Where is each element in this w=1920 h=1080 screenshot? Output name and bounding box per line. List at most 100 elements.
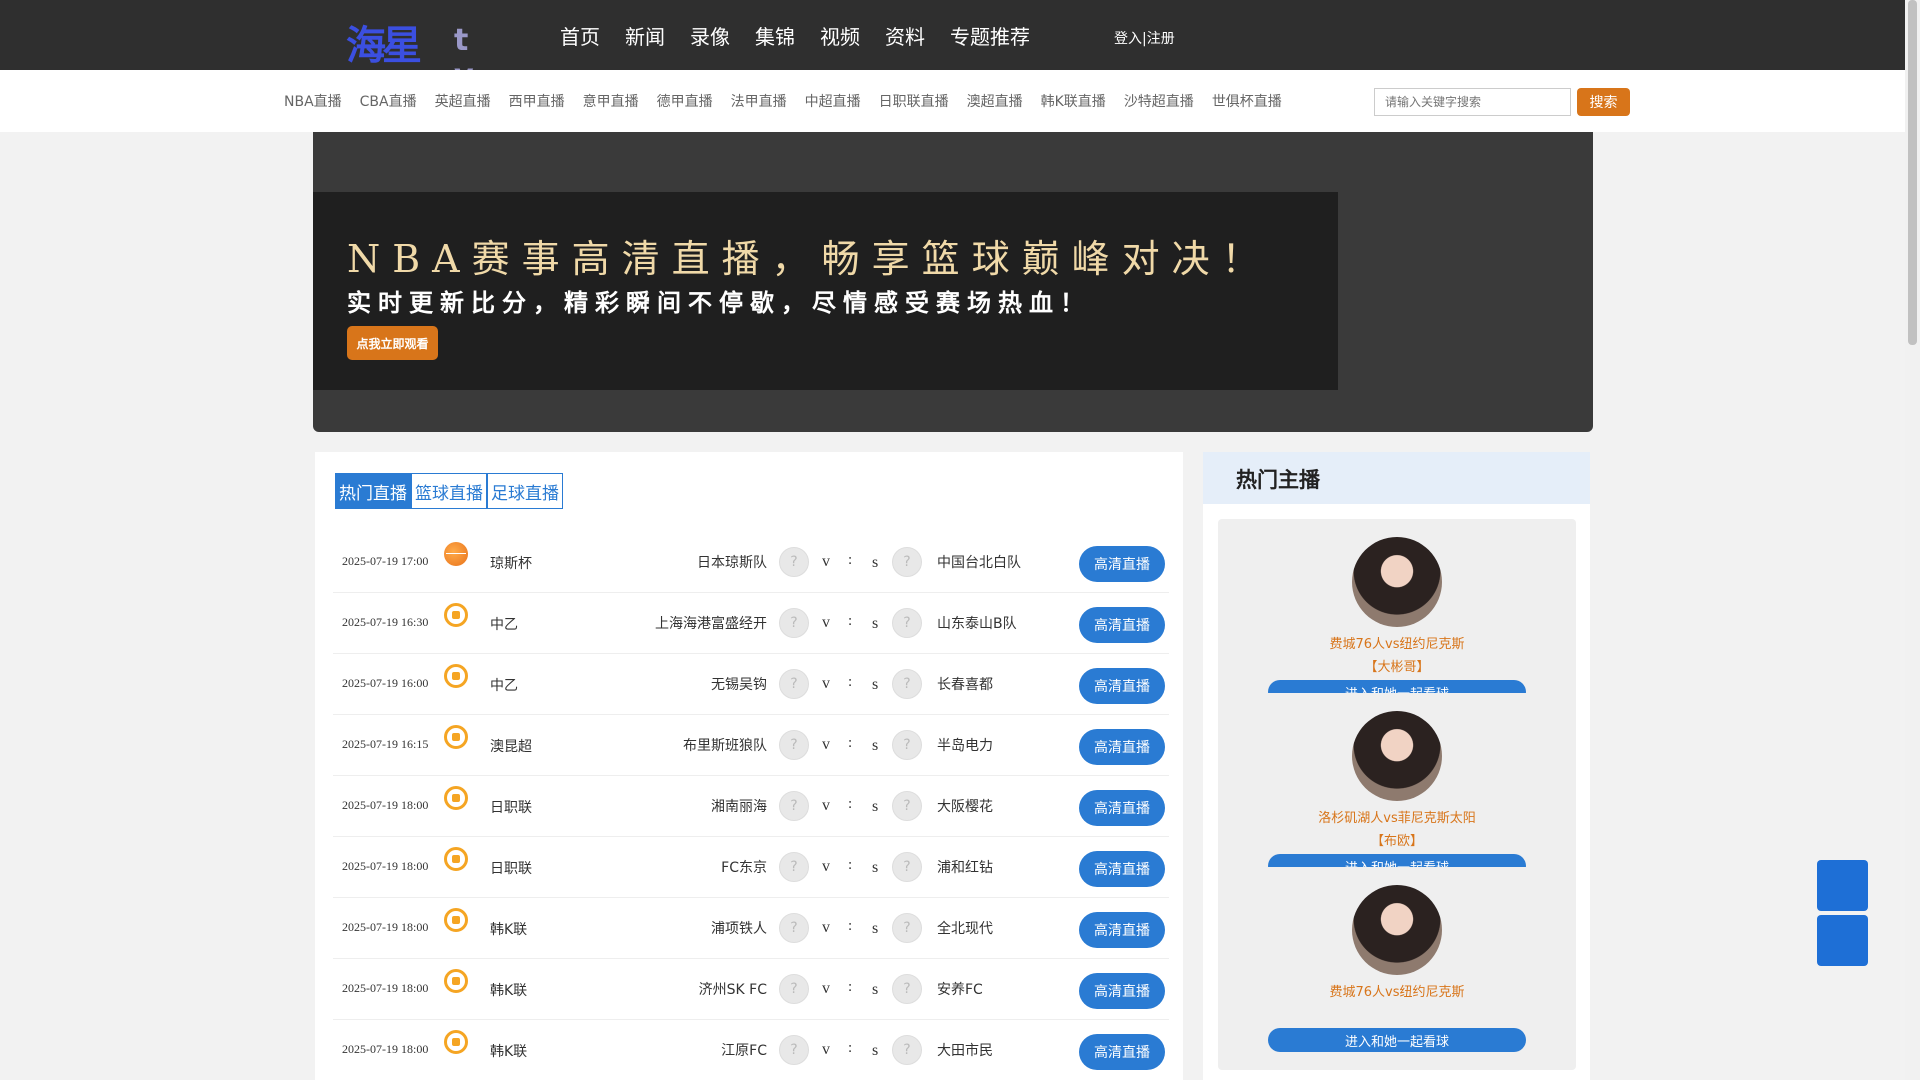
league-name: 澳昆超	[490, 739, 532, 755]
league-link[interactable]: 日职联直播	[879, 91, 949, 111]
main-nav: 首页 新闻 录像 集锦 视频 资料 专题推荐	[560, 0, 1055, 70]
home-team-logo-icon: ?	[779, 669, 809, 699]
join-watch-button[interactable]: 进入和她一起看球	[1268, 1028, 1526, 1052]
vs-text: v	[822, 675, 830, 692]
league-link[interactable]: 德甲直播	[657, 91, 713, 111]
match-time: 2025-07-19 16:00	[342, 676, 429, 690]
page-scrollbar[interactable]	[1905, 0, 1920, 1080]
league-link[interactable]: 西甲直播	[509, 91, 565, 111]
home-team-logo-icon: ?	[779, 1035, 809, 1065]
league-name: 日职联	[490, 800, 532, 816]
league-link[interactable]: 沙特超直播	[1124, 91, 1194, 111]
soccer-ball-icon	[444, 725, 468, 749]
away-team-logo-icon: ?	[892, 791, 922, 821]
league-link[interactable]: 世俱杯直播	[1212, 91, 1282, 111]
host-avatar[interactable]	[1352, 537, 1442, 627]
nav-item[interactable]: 新闻	[625, 21, 665, 50]
vs-text: v	[822, 858, 830, 875]
score-separator: :	[848, 918, 853, 934]
s-text: s	[872, 859, 879, 876]
hd-live-button[interactable]: 高清直播	[1079, 851, 1165, 887]
league-link[interactable]: 中超直播	[805, 91, 861, 111]
host-match-title[interactable]: 费城76人vs纽约尼克斯	[1218, 981, 1576, 1000]
match-list: 2025-07-19 17:00 琼斯杯 日本琼斯队? v: s? 中国台北白队 高清直播 2…	[333, 532, 1169, 1080]
league-link[interactable]: 意甲直播	[583, 91, 639, 111]
hd-live-button[interactable]: 高清直播	[1079, 973, 1165, 1009]
host-card[interactable]: 费城76人vs纽约尼克斯【大彬哥】进入和她一起看球	[1218, 519, 1576, 722]
away-team-logo-icon: ?	[892, 547, 922, 577]
home-team: 江原FC	[721, 1043, 767, 1059]
hero-banner: NBA赛事高清直播，畅享篮球巅峰对决！ 实时更新比分，精彩瞬间不停歇，尽情感受赛…	[313, 132, 1593, 432]
hd-live-button[interactable]: 高清直播	[1079, 546, 1165, 582]
login-register-link[interactable]: 登入|注册	[1114, 28, 1175, 48]
league-link[interactable]: CBA直播	[360, 91, 417, 111]
schedule-tab[interactable]: 篮球直播	[411, 473, 487, 509]
basketball-icon	[444, 542, 468, 566]
away-team: 长春喜都	[937, 677, 993, 693]
schedule-panel: 热门直播 篮球直播 足球直播 2025-07-19 17:00 琼斯杯 日本琼斯队? v:…	[315, 452, 1183, 1080]
hosts-header: 热门主播	[1203, 452, 1590, 504]
away-team: 大阪樱花	[937, 799, 993, 815]
home-team-logo-icon: ?	[779, 547, 809, 577]
top-navbar: 海星 t v 首页新闻录像集锦视频资料专题推荐 登入|注册	[0, 0, 1905, 93]
match-time: 2025-07-19 16:30	[342, 615, 429, 629]
hd-live-button[interactable]: 高清直播	[1079, 729, 1165, 765]
scrollbar-thumb[interactable]	[1908, 0, 1917, 345]
search-button[interactable]: 搜索	[1577, 88, 1630, 116]
hd-live-button[interactable]: 高清直播	[1079, 668, 1165, 704]
home-team-logo-icon: ?	[779, 913, 809, 943]
banner-panel: NBA赛事高清直播，畅享篮球巅峰对决！ 实时更新比分，精彩瞬间不停歇，尽情感受赛…	[313, 192, 1338, 390]
match-row: 2025-07-19 17:00 琼斯杯 日本琼斯队? v: s? 中国台北白队 高清直播	[333, 532, 1169, 593]
score-separator: :	[848, 1040, 853, 1056]
nav-item[interactable]: 资料	[885, 21, 925, 50]
score-separator: :	[848, 979, 853, 995]
match-row: 2025-07-19 18:00 日职联 FC东京? v: s? 浦和红钻 高清直播	[333, 837, 1169, 898]
hd-live-button[interactable]: 高清直播	[1079, 607, 1165, 643]
league-link[interactable]: 澳超直播	[967, 91, 1023, 111]
vs-text: v	[822, 553, 830, 570]
vs-text: v	[822, 797, 830, 814]
host-avatar[interactable]	[1352, 885, 1442, 975]
site-logo[interactable]: 海星 t v	[346, 13, 481, 93]
host-match-title[interactable]: 费城76人vs纽约尼克斯	[1218, 633, 1576, 652]
banner-watch-button[interactable]: 点我立即观看	[347, 326, 438, 360]
home-team: 上海海港富盛经开	[655, 616, 767, 632]
hd-live-button[interactable]: 高清直播	[1079, 1034, 1165, 1070]
home-team: FC东京	[721, 860, 767, 876]
match-row: 2025-07-19 16:00 中乙 无锡吴钩? v: s? 长春喜都 高清直播	[333, 654, 1169, 715]
host-card[interactable]: 费城76人vs纽约尼克斯进入和她一起看球	[1218, 867, 1576, 1070]
float-button-bottom[interactable]	[1817, 915, 1868, 966]
host-card[interactable]: 洛杉矶湖人vs菲尼克斯太阳【布欧】进入和她一起看球	[1218, 693, 1576, 896]
s-text: s	[872, 1042, 879, 1059]
score-separator: :	[848, 857, 853, 873]
match-time: 2025-07-19 16:15	[342, 737, 429, 751]
league-link[interactable]: 韩K联直播	[1041, 91, 1106, 111]
league-link[interactable]: NBA直播	[284, 91, 342, 111]
hd-live-button[interactable]: 高清直播	[1079, 912, 1165, 948]
nav-item[interactable]: 集锦	[755, 21, 795, 50]
away-team-logo-icon: ?	[892, 1035, 922, 1065]
host-avatar[interactable]	[1352, 711, 1442, 801]
logo-text: 海星	[346, 23, 422, 69]
match-time: 2025-07-19 17:00	[342, 554, 429, 568]
host-match-title[interactable]: 洛杉矶湖人vs菲尼克斯太阳	[1218, 807, 1576, 826]
float-button-top[interactable]	[1817, 860, 1868, 911]
league-name: 韩K联	[490, 922, 528, 938]
schedule-tab[interactable]: 足球直播	[487, 473, 563, 509]
soccer-ball-icon	[444, 603, 468, 627]
search-input[interactable]	[1374, 88, 1571, 116]
nav-item[interactable]: 录像	[690, 21, 730, 50]
hd-live-button[interactable]: 高清直播	[1079, 790, 1165, 826]
nav-item[interactable]: 专题推荐	[950, 21, 1030, 50]
league-link[interactable]: 英超直播	[435, 91, 491, 111]
schedule-tab[interactable]: 热门直播	[335, 473, 411, 509]
host-name: 【大彬哥】	[1364, 660, 1430, 675]
away-team-logo-icon: ?	[892, 608, 922, 638]
score-separator: :	[848, 552, 853, 568]
s-text: s	[872, 737, 879, 754]
score-separator: :	[848, 674, 853, 690]
match-row: 2025-07-19 16:15 澳昆超 布里斯班狼队? v: s? 半岛电力 高清直播	[333, 715, 1169, 776]
nav-item[interactable]: 首页	[560, 21, 600, 50]
league-link[interactable]: 法甲直播	[731, 91, 787, 111]
nav-item[interactable]: 视频	[820, 21, 860, 50]
